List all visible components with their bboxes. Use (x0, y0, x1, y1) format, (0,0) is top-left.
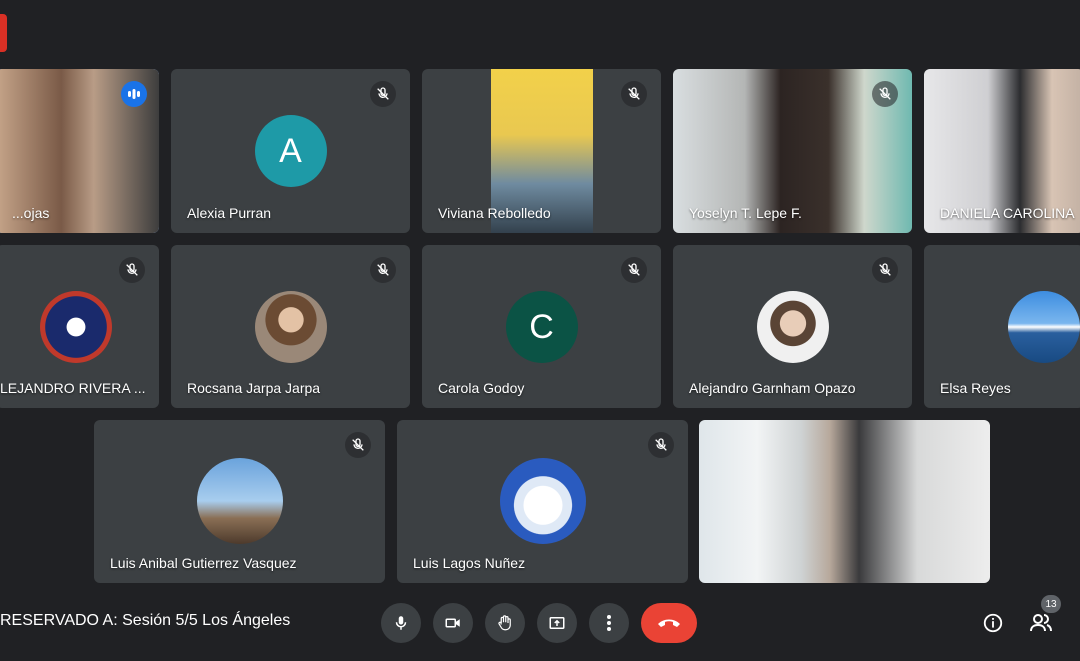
mic-off-icon (872, 257, 898, 283)
camera-button[interactable] (433, 603, 473, 643)
more-options-button[interactable] (589, 603, 629, 643)
participant-tile[interactable]: DANIELA CAROLINA (924, 69, 1080, 233)
participant-count-badge: 13 (1041, 595, 1061, 613)
avatar (1008, 291, 1080, 363)
leave-call-button[interactable] (641, 603, 697, 643)
present-button[interactable] (537, 603, 577, 643)
participant-tile[interactable]: ...ojas (0, 69, 159, 233)
participant-name: Carola Godoy (438, 380, 525, 396)
meeting-title: RESERVADO A: Sesión 5/5 Los Ángeles (0, 612, 291, 629)
more-icon (607, 615, 611, 631)
avatar (254, 291, 327, 363)
speaking-indicator-icon (121, 81, 147, 107)
mic-off-icon (621, 257, 647, 283)
participant-name: Viviana Rebolledo (438, 205, 551, 221)
mic-off-icon (621, 81, 647, 107)
avatar: C (505, 291, 578, 363)
people-button[interactable] (1028, 610, 1054, 636)
participant-tile[interactable]: Rocsana Jarpa Jarpa (171, 245, 410, 408)
participant-name: Yoselyn T. Lepe F. (689, 205, 802, 221)
participant-name: Alexia Purran (187, 205, 272, 221)
people-icon (1030, 614, 1052, 632)
present-icon (549, 617, 565, 629)
microphone-icon (395, 616, 407, 630)
mic-off-icon (370, 257, 396, 283)
participant-name: Elsa Reyes (940, 380, 1011, 396)
participant-name: DANIELA CAROLINA (940, 205, 1075, 221)
mic-off-icon (872, 81, 898, 107)
participant-name: ...ojas (12, 205, 50, 221)
participant-tile[interactable]: Elsa Reyes (924, 245, 1080, 408)
participant-name: Luis Lagos Nuñez (413, 555, 526, 571)
participant-tile[interactable]: Alejandro Garnham Opazo (673, 245, 912, 408)
mic-off-icon (648, 432, 674, 458)
participant-tile[interactable]: Luis Lagos Nuñez (397, 420, 688, 583)
hangup-icon (658, 619, 680, 627)
participant-name: LEJANDRO RIVERA ... (0, 380, 146, 396)
avatar (499, 458, 586, 544)
participant-tile[interactable]: Viviana Rebolledo (422, 69, 661, 233)
info-icon (983, 613, 1003, 633)
participant-tile[interactable]: LEJANDRO RIVERA ... (0, 245, 159, 408)
participant-tile[interactable]: C Carola Godoy (422, 245, 661, 408)
microphone-button[interactable] (381, 603, 421, 643)
raise-hand-button[interactable] (485, 603, 525, 643)
participant-tile[interactable]: Luis Anibal Gutierrez Vasquez (94, 420, 385, 583)
participant-tile[interactable]: Yoselyn T. Lepe F. (673, 69, 912, 233)
participant-name: Rocsana Jarpa Jarpa (187, 380, 321, 396)
avatar (196, 458, 283, 544)
mic-off-icon (119, 257, 145, 283)
participant-tile[interactable]: A Alexia Purran (171, 69, 410, 233)
mic-off-icon (370, 81, 396, 107)
participant-name: Alejandro Garnham Opazo (689, 380, 856, 396)
self-video (699, 420, 990, 583)
avatar: A (254, 115, 327, 187)
meeting-details-button[interactable] (980, 610, 1006, 636)
hand-icon (498, 615, 511, 631)
mic-off-icon (345, 432, 371, 458)
recording-badge (0, 14, 7, 52)
avatar (756, 291, 829, 363)
self-view-tile[interactable] (699, 420, 990, 583)
participant-name: Luis Anibal Gutierrez Vasquez (110, 555, 297, 571)
camera-icon (445, 618, 460, 628)
avatar (40, 291, 112, 363)
